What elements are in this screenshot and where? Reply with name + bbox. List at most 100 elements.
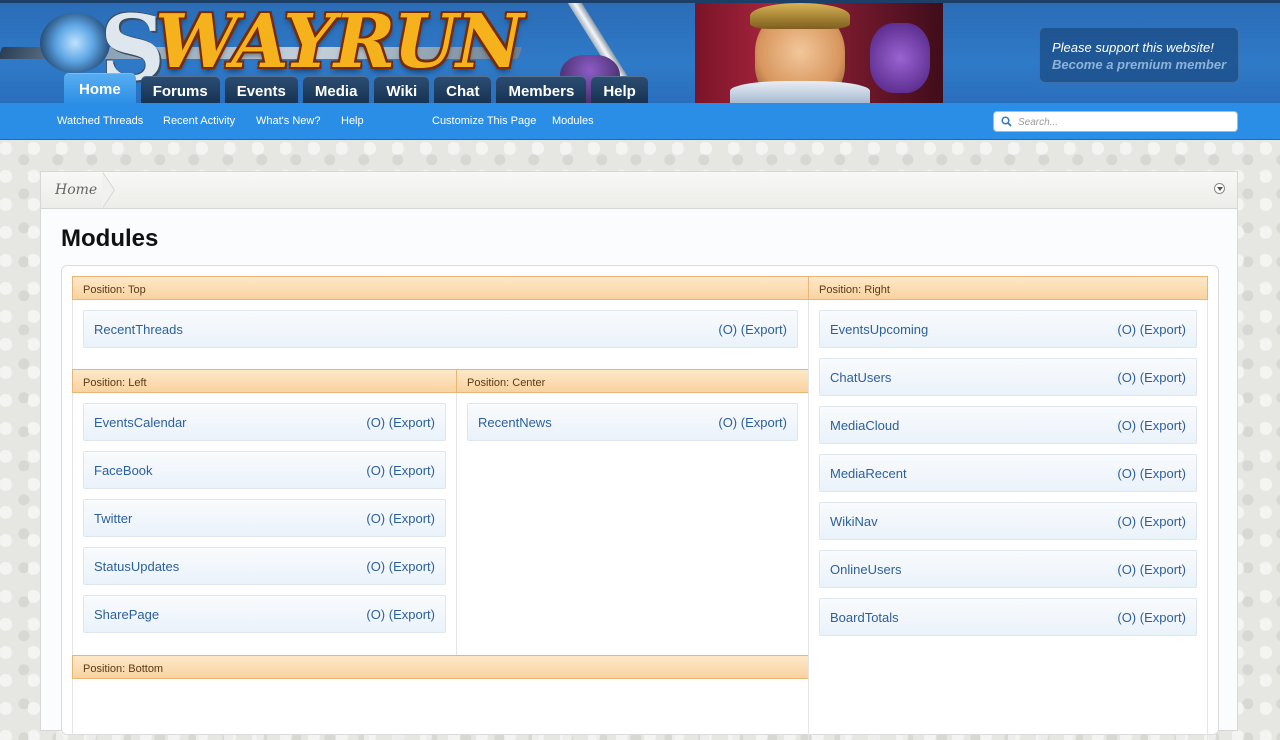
module-row: WikiNav (O) (Export) <box>819 502 1197 540</box>
module-open-link[interactable]: (O) <box>366 607 385 622</box>
content-panel: Home Modules Position: Top RecentThreads… <box>40 171 1238 740</box>
module-export-link[interactable]: (Export) <box>1140 370 1186 385</box>
module-name-link[interactable]: BoardTotals <box>830 610 899 625</box>
tab-home[interactable]: Home <box>64 73 136 103</box>
search-box[interactable] <box>993 111 1238 132</box>
subnav-help[interactable]: Help <box>341 115 364 127</box>
module-open-link[interactable]: (O) <box>718 415 737 430</box>
promo-text: Please support this website! <box>1052 40 1214 55</box>
module-actions: (O) (Export) <box>1117 370 1186 385</box>
premium-promo[interactable]: Please support this website! Become a pr… <box>1039 27 1239 83</box>
module-actions: (O) (Export) <box>718 415 787 430</box>
tab-members[interactable]: Members <box>496 76 587 103</box>
module-export-link[interactable]: (Export) <box>389 559 435 574</box>
search-icon <box>1001 116 1012 127</box>
module-export-link[interactable]: (Export) <box>389 607 435 622</box>
module-export-link[interactable]: (Export) <box>1140 514 1186 529</box>
search-input[interactable] <box>1016 114 1230 131</box>
position-bottom-header: Position: Bottom <box>72 655 809 679</box>
tab-forums[interactable]: Forums <box>140 76 220 103</box>
module-open-link[interactable]: (O) <box>1117 562 1136 577</box>
module-actions: (O) (Export) <box>366 607 435 622</box>
module-name-link[interactable]: MediaRecent <box>830 466 907 481</box>
breadcrumb-separator-inner <box>102 172 114 208</box>
module-open-link[interactable]: (O) <box>1117 514 1136 529</box>
module-export-link[interactable]: (Export) <box>1140 322 1186 337</box>
module-row: StatusUpdates (O) (Export) <box>83 547 446 585</box>
main-nav-tabs: Home Forums Events Media Wiki Chat Membe… <box>64 73 653 103</box>
module-name-link[interactable]: StatusUpdates <box>94 559 179 574</box>
module-actions: (O) (Export) <box>366 463 435 478</box>
module-name-link[interactable]: WikiNav <box>830 514 878 529</box>
module-open-link[interactable]: (O) <box>366 559 385 574</box>
module-actions: (O) (Export) <box>1117 610 1186 625</box>
module-open-link[interactable]: (O) <box>1117 466 1136 481</box>
promo-link[interactable]: Become a premium member <box>1052 57 1238 72</box>
tab-media[interactable]: Media <box>302 76 370 103</box>
module-name-link[interactable]: EventsUpcoming <box>830 322 928 337</box>
module-row: SharePage (O) (Export) <box>83 595 446 633</box>
module-open-link[interactable]: (O) <box>1117 610 1136 625</box>
artwork-hand <box>870 23 930 93</box>
module-name-link[interactable]: Twitter <box>94 511 132 526</box>
module-export-link[interactable]: (Export) <box>389 511 435 526</box>
page-title: Modules <box>61 225 159 252</box>
module-row: FaceBook (O) (Export) <box>83 451 446 489</box>
module-open-link[interactable]: (O) <box>1117 418 1136 433</box>
module-name-link[interactable]: ChatUsers <box>830 370 891 385</box>
sub-nav-bar: Watched Threads Recent Activity What's N… <box>0 103 1280 140</box>
position-bottom-body <box>72 679 809 739</box>
module-name-link[interactable]: SharePage <box>94 607 159 622</box>
module-open-link[interactable]: (O) <box>1117 322 1136 337</box>
module-actions: (O) (Export) <box>718 322 787 337</box>
subnav-recent-activity[interactable]: Recent Activity <box>163 115 235 127</box>
site-logo[interactable]: WAYRUN <box>155 5 524 79</box>
module-export-link[interactable]: (Export) <box>741 415 787 430</box>
subnav-whats-new[interactable]: What's New? <box>256 115 320 127</box>
position-center-header: Position: Center <box>456 369 809 393</box>
module-open-link[interactable]: (O) <box>1117 370 1136 385</box>
module-export-link[interactable]: (Export) <box>741 322 787 337</box>
module-open-link[interactable]: (O) <box>366 415 385 430</box>
module-name-link[interactable]: MediaCloud <box>830 418 899 433</box>
module-name-link[interactable]: EventsCalendar <box>94 415 187 430</box>
module-row: Twitter (O) (Export) <box>83 499 446 537</box>
module-export-link[interactable]: (Export) <box>389 463 435 478</box>
module-export-link[interactable]: (Export) <box>1140 562 1186 577</box>
module-open-link[interactable]: (O) <box>366 463 385 478</box>
breadcrumb-home[interactable]: Home <box>41 172 111 208</box>
module-row: EventsCalendar (O) (Export) <box>83 403 446 441</box>
header-artwork <box>695 3 943 103</box>
module-row: RecentNews (O) (Export) <box>467 403 798 441</box>
module-open-link[interactable]: (O) <box>366 511 385 526</box>
module-name-link[interactable]: RecentThreads <box>94 322 183 337</box>
module-name-link[interactable]: OnlineUsers <box>830 562 902 577</box>
breadcrumb: Home <box>41 172 1237 209</box>
module-export-link[interactable]: (Export) <box>389 415 435 430</box>
module-row: OnlineUsers (O) (Export) <box>819 550 1197 588</box>
subnav-modules[interactable]: Modules <box>552 115 594 127</box>
tab-help[interactable]: Help <box>591 76 648 103</box>
position-center-body: RecentNews (O) (Export) <box>456 393 809 655</box>
module-actions: (O) (Export) <box>1117 562 1186 577</box>
module-actions: (O) (Export) <box>1117 514 1186 529</box>
jump-menu-icon[interactable] <box>1214 183 1225 194</box>
tab-events[interactable]: Events <box>224 76 298 103</box>
tab-wiki[interactable]: Wiki <box>374 76 430 103</box>
site-header: S WAYRUN Please support this website! Be… <box>0 0 1280 103</box>
position-left-header: Position: Left <box>72 369 457 393</box>
subnav-watched-threads[interactable]: Watched Threads <box>57 115 143 127</box>
module-export-link[interactable]: (Export) <box>1140 610 1186 625</box>
module-export-link[interactable]: (Export) <box>1140 418 1186 433</box>
subnav-customize-page[interactable]: Customize This Page <box>432 115 536 127</box>
position-right-body: EventsUpcoming (O) (Export) ChatUsers (O… <box>808 300 1208 740</box>
module-row: ChatUsers (O) (Export) <box>819 358 1197 396</box>
tab-chat[interactable]: Chat <box>434 76 492 103</box>
module-export-link[interactable]: (Export) <box>1140 466 1186 481</box>
modules-layout: Position: Top RecentThreads (O) (Export)… <box>61 265 1219 740</box>
module-open-link[interactable]: (O) <box>718 322 737 337</box>
module-name-link[interactable]: RecentNews <box>478 415 552 430</box>
module-row: BoardTotals (O) (Export) <box>819 598 1197 636</box>
module-name-link[interactable]: FaceBook <box>94 463 153 478</box>
artwork-collar <box>730 81 870 103</box>
